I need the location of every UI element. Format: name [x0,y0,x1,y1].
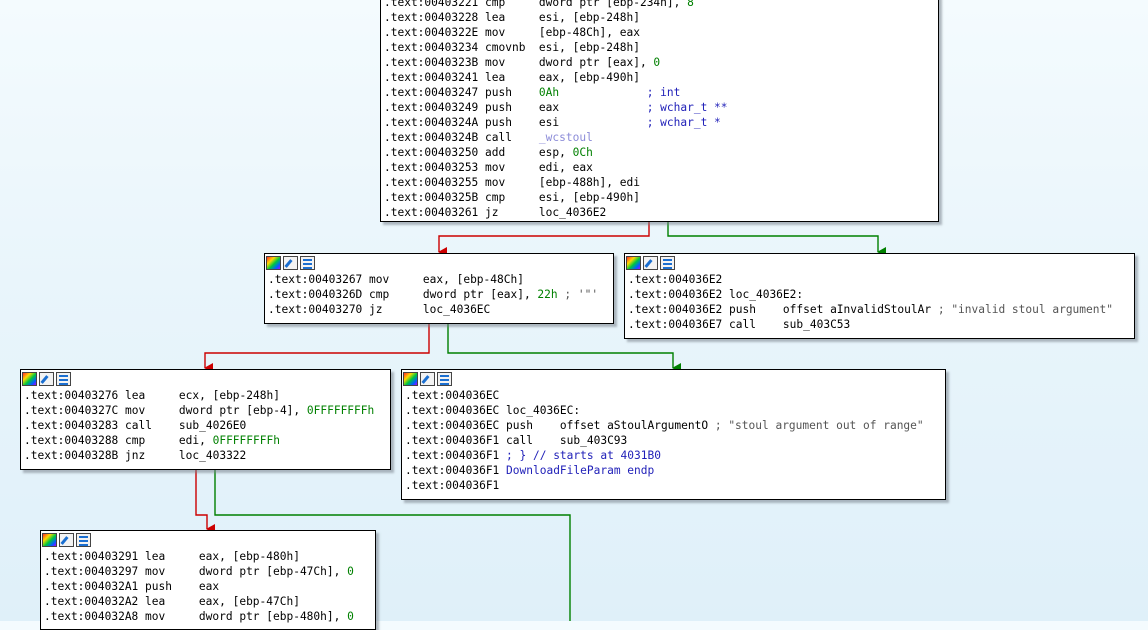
node-toolbar [21,370,390,388]
edge-403261-to-403267[interactable] [438,222,650,257]
graph-overview-icon[interactable] [437,372,452,386]
asm-line[interactable]: .text:00403276 lea ecx, [ebp-248h] [24,388,390,403]
asm-line[interactable]: .text:004036F1 ; } // starts at 4031B0 [405,448,945,463]
asm-line[interactable]: .text:00403288 cmp edi, 0FFFFFFFFh [24,433,390,448]
asm-line[interactable]: .text:0040324B call _wcstoul [384,130,938,145]
asm-line[interactable]: .text:00403270 jz loc_4036EC [268,302,613,317]
color-palette-icon[interactable] [22,372,37,386]
asm-line[interactable]: .text:0040322E mov [ebp-48Ch], eax [384,25,938,40]
code-block-403221[interactable]: .text:00403221 cmp dword ptr [ebp-234h],… [380,0,939,222]
rename-node-icon[interactable] [59,533,74,547]
node-toolbar [402,370,945,388]
code-listing: .text:004036E2 .text:004036E2 loc_4036E2… [625,272,1134,332]
edge-403261-to-4036E2[interactable] [667,222,886,257]
asm-line[interactable]: .text:00403255 mov [ebp-488h], edi [384,175,938,190]
asm-line[interactable]: .text:0040324A push esi ; wchar_t * [384,115,938,130]
code-block-4036E2[interactable]: .text:004036E2 .text:004036E2 loc_4036E2… [624,253,1135,339]
asm-line[interactable]: .text:00403253 mov edi, eax [384,160,938,175]
asm-line[interactable]: .text:00403283 call sub_4026E0 [24,418,390,433]
asm-line[interactable]: .text:00403221 cmp dword ptr [ebp-234h],… [384,0,938,10]
rename-node-icon[interactable] [283,256,298,270]
asm-line[interactable]: .text:0040327C mov dword ptr [ebp-4], 0F… [24,403,390,418]
color-palette-icon[interactable] [403,372,418,386]
node-toolbar [625,254,1134,272]
asm-line[interactable]: .text:00403267 mov eax, [ebp-48Ch] [268,272,613,287]
color-palette-icon[interactable] [626,256,641,270]
asm-line[interactable]: .text:004036EC [405,388,945,403]
asm-line[interactable]: .text:004036EC push offset aStoulArgumen… [405,418,945,433]
asm-line[interactable]: .text:00403261 jz loc_4036E2 [384,205,938,220]
asm-line[interactable]: .text:0040328B jnz loc_403322 [24,448,390,463]
edge-403270-to-403276[interactable] [204,323,430,373]
node-toolbar [265,254,613,272]
asm-line[interactable]: .text:00403234 cmovnb esi, [ebp-248h] [384,40,938,55]
graph-overview-icon[interactable] [300,256,315,270]
code-block-4036EC[interactable]: .text:004036EC .text:004036EC loc_4036EC… [401,369,946,500]
asm-line[interactable]: .text:00403228 lea esi, [ebp-248h] [384,10,938,25]
asm-line[interactable]: .text:0040325B cmp esi, [ebp-490h] [384,190,938,205]
asm-line[interactable]: .text:00403297 mov dword ptr [ebp-47Ch],… [44,564,375,579]
rename-node-icon[interactable] [643,256,658,270]
asm-line[interactable]: .text:004036E2 [628,272,1134,287]
asm-line[interactable]: .text:004036F1 [405,478,945,493]
rename-node-icon[interactable] [420,372,435,386]
asm-line[interactable]: .text:004036E2 push offset aInvalidStoul… [628,302,1134,317]
code-listing: .text:004036EC .text:004036EC loc_4036EC… [402,388,945,493]
node-toolbar [41,531,375,549]
asm-line[interactable]: .text:00403241 lea eax, [ebp-490h] [384,70,938,85]
graph-overview-icon[interactable] [660,256,675,270]
graph-overview-icon[interactable] [56,372,71,386]
color-palette-icon[interactable] [266,256,281,270]
asm-line[interactable]: .text:0040326D cmp dword ptr [eax], 22h … [268,287,613,302]
asm-line[interactable]: .text:004036F1 call sub_403C93 [405,433,945,448]
asm-line[interactable]: .text:004036EC loc_4036EC: [405,403,945,418]
asm-line[interactable]: .text:004036E7 call sub_403C53 [628,317,1134,332]
asm-line[interactable]: .text:00403247 push 0Ah ; int [384,85,938,100]
asm-line[interactable]: .text:004036E2 loc_4036E2: [628,287,1134,302]
code-listing: .text:00403291 lea eax, [ebp-480h] .text… [41,549,375,624]
asm-line[interactable]: .text:004032A8 mov dword ptr [ebp-480h],… [44,609,375,624]
code-block-403276[interactable]: .text:00403276 lea ecx, [ebp-248h] .text… [20,369,391,470]
asm-line[interactable]: .text:004032A1 push eax [44,579,375,594]
asm-line[interactable]: .text:004036F1 DownloadFileParam endp [405,463,945,478]
rename-node-icon[interactable] [39,372,54,386]
code-listing: .text:00403221 cmp dword ptr [ebp-234h],… [381,0,938,220]
asm-line[interactable]: .text:00403250 add esp, 0Ch [384,145,938,160]
asm-line[interactable]: .text:00403291 lea eax, [ebp-480h] [44,549,375,564]
code-block-403291[interactable]: .text:00403291 lea eax, [ebp-480h] .text… [40,530,376,630]
color-palette-icon[interactable] [42,533,57,547]
asm-line[interactable]: .text:00403249 push eax ; wchar_t ** [384,100,938,115]
asm-line[interactable]: .text:004032A2 lea eax, [ebp-47Ch] [44,594,375,609]
code-block-403267[interactable]: .text:00403267 mov eax, [ebp-48Ch] .text… [264,253,614,324]
graph-overview-icon[interactable] [76,533,91,547]
asm-line[interactable]: .text:0040323B mov dword ptr [eax], 0 [384,55,938,70]
code-listing: .text:00403267 mov eax, [ebp-48Ch] .text… [265,272,613,317]
edge-40328B-to-403291[interactable] [195,469,215,534]
code-listing: .text:00403276 lea ecx, [ebp-248h] .text… [21,388,390,463]
